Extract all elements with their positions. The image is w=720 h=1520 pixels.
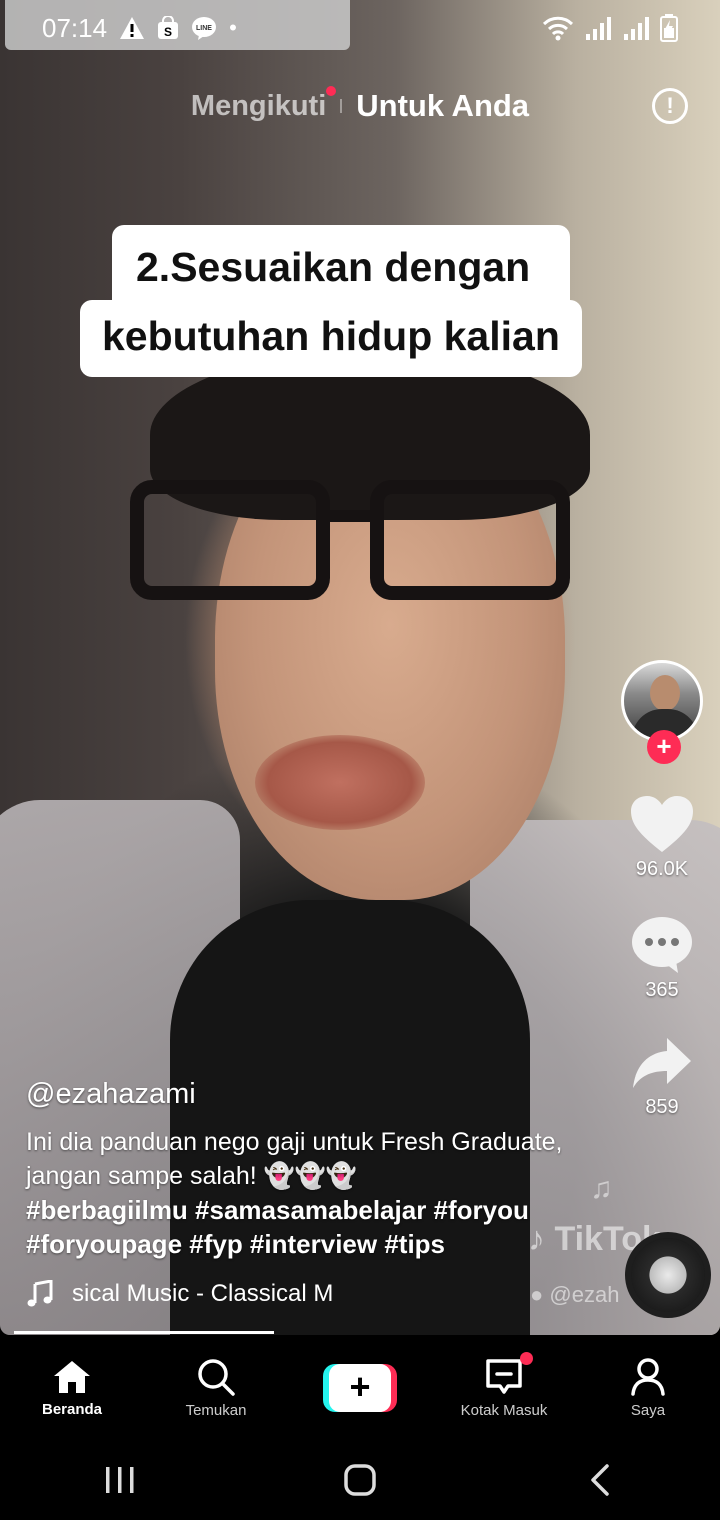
video-progress-bar[interactable] bbox=[14, 1331, 274, 1334]
signal-icon-2 bbox=[624, 17, 649, 40]
heart-icon bbox=[631, 796, 693, 852]
back-button[interactable] bbox=[560, 1450, 640, 1510]
nav-create[interactable]: + bbox=[295, 1364, 425, 1412]
home-square-icon bbox=[344, 1464, 376, 1496]
share-count: 859 bbox=[645, 1096, 679, 1118]
music-title: sical Music - Classical M bbox=[72, 1280, 334, 1307]
post-description: @ezahazami Ini dia panduan nego gaji unt… bbox=[26, 1078, 566, 1261]
nav-profile-label: Saya bbox=[630, 1401, 666, 1419]
search-icon bbox=[198, 1358, 235, 1396]
follow-button[interactable]: + bbox=[647, 730, 681, 764]
nav-inbox-label: Kotak Masuk bbox=[460, 1401, 548, 1419]
creator-username[interactable]: @ezahazami bbox=[26, 1078, 566, 1111]
svg-text:LINE: LINE bbox=[196, 25, 212, 32]
home-icon bbox=[54, 1360, 90, 1393]
person-icon: ● bbox=[530, 1282, 544, 1307]
status-bar: 07:14 S LINE • bbox=[0, 0, 720, 56]
comment-button[interactable]: 365 bbox=[630, 915, 694, 1002]
action-rail: + 96.0K 365 859 bbox=[618, 660, 706, 1119]
battery-icon bbox=[660, 14, 678, 42]
following-notification-dot bbox=[326, 85, 337, 96]
status-time: 07:14 bbox=[42, 12, 108, 43]
overlay-line-1: 2.Sesuaikan dengan bbox=[112, 225, 571, 300]
recents-button[interactable] bbox=[80, 1450, 160, 1510]
share-button[interactable]: 859 bbox=[631, 1036, 693, 1119]
hashtags[interactable]: #berbagiilmu #samasamabelajar #foryou #f… bbox=[26, 1193, 566, 1261]
tab-following[interactable]: Mengikuti bbox=[177, 85, 340, 123]
signal-icon bbox=[586, 17, 611, 40]
like-button[interactable]: 96.0K bbox=[629, 794, 695, 881]
creator-avatar-wrap: + bbox=[621, 660, 703, 764]
like-count: 96.0K bbox=[635, 858, 689, 880]
bottom-nav: Beranda Temukan + Kotak Masuk Saya bbox=[0, 1338, 720, 1438]
feed-tabs: Mengikuti Untuk Anda bbox=[0, 78, 720, 134]
warning-icon bbox=[120, 17, 145, 39]
floating-music-note-icon: ♫ bbox=[590, 1172, 613, 1205]
line-icon: LINE bbox=[192, 17, 217, 40]
home-button[interactable] bbox=[320, 1450, 400, 1510]
comment-count: 365 bbox=[645, 979, 679, 1001]
share-icon bbox=[633, 1038, 691, 1088]
nav-discover-label: Temukan bbox=[185, 1401, 247, 1419]
shop-icon: S bbox=[158, 16, 179, 39]
recents-icon bbox=[106, 1467, 134, 1493]
report-icon[interactable]: ! bbox=[652, 88, 688, 124]
nav-inbox[interactable]: Kotak Masuk bbox=[439, 1351, 569, 1419]
overlay-line-2: kebutuhan hidup kalian bbox=[80, 300, 582, 377]
profile-icon bbox=[631, 1357, 665, 1396]
tab-for-you-label: Untuk Anda bbox=[356, 88, 530, 123]
music-row[interactable]: sical Music - Classical M bbox=[26, 1280, 346, 1308]
comment-icon bbox=[632, 917, 692, 973]
inbox-icon bbox=[486, 1358, 522, 1394]
svg-text:S: S bbox=[164, 25, 172, 39]
inbox-notification-dot bbox=[520, 1351, 533, 1365]
nav-profile[interactable]: Saya bbox=[583, 1357, 713, 1419]
tiktok-logo-icon: ♪ bbox=[528, 1220, 545, 1258]
video-mouth bbox=[255, 735, 425, 830]
watermark-handle: ● @ezah bbox=[530, 1282, 620, 1307]
notification-dot: • bbox=[229, 15, 237, 40]
tab-for-you[interactable]: Untuk Anda bbox=[342, 88, 543, 124]
video-text-overlay: 2.Sesuaikan dengan kebutuhan hidup kalia… bbox=[80, 225, 655, 377]
video-glasses bbox=[130, 480, 580, 610]
nav-home-label: Beranda bbox=[41, 1400, 103, 1418]
nav-home[interactable]: Beranda bbox=[7, 1359, 137, 1418]
tab-following-label: Mengikuti bbox=[190, 89, 327, 122]
back-icon bbox=[591, 1464, 609, 1496]
music-disc-icon[interactable] bbox=[625, 1232, 711, 1318]
plus-icon: + bbox=[323, 1364, 397, 1412]
nav-discover[interactable]: Temukan bbox=[151, 1358, 281, 1419]
system-nav-bar bbox=[0, 1440, 720, 1520]
music-note-icon bbox=[27, 1280, 53, 1307]
caption-text: Ini dia panduan nego gaji untuk Fresh Gr… bbox=[26, 1128, 563, 1190]
wifi-icon bbox=[542, 16, 574, 41]
